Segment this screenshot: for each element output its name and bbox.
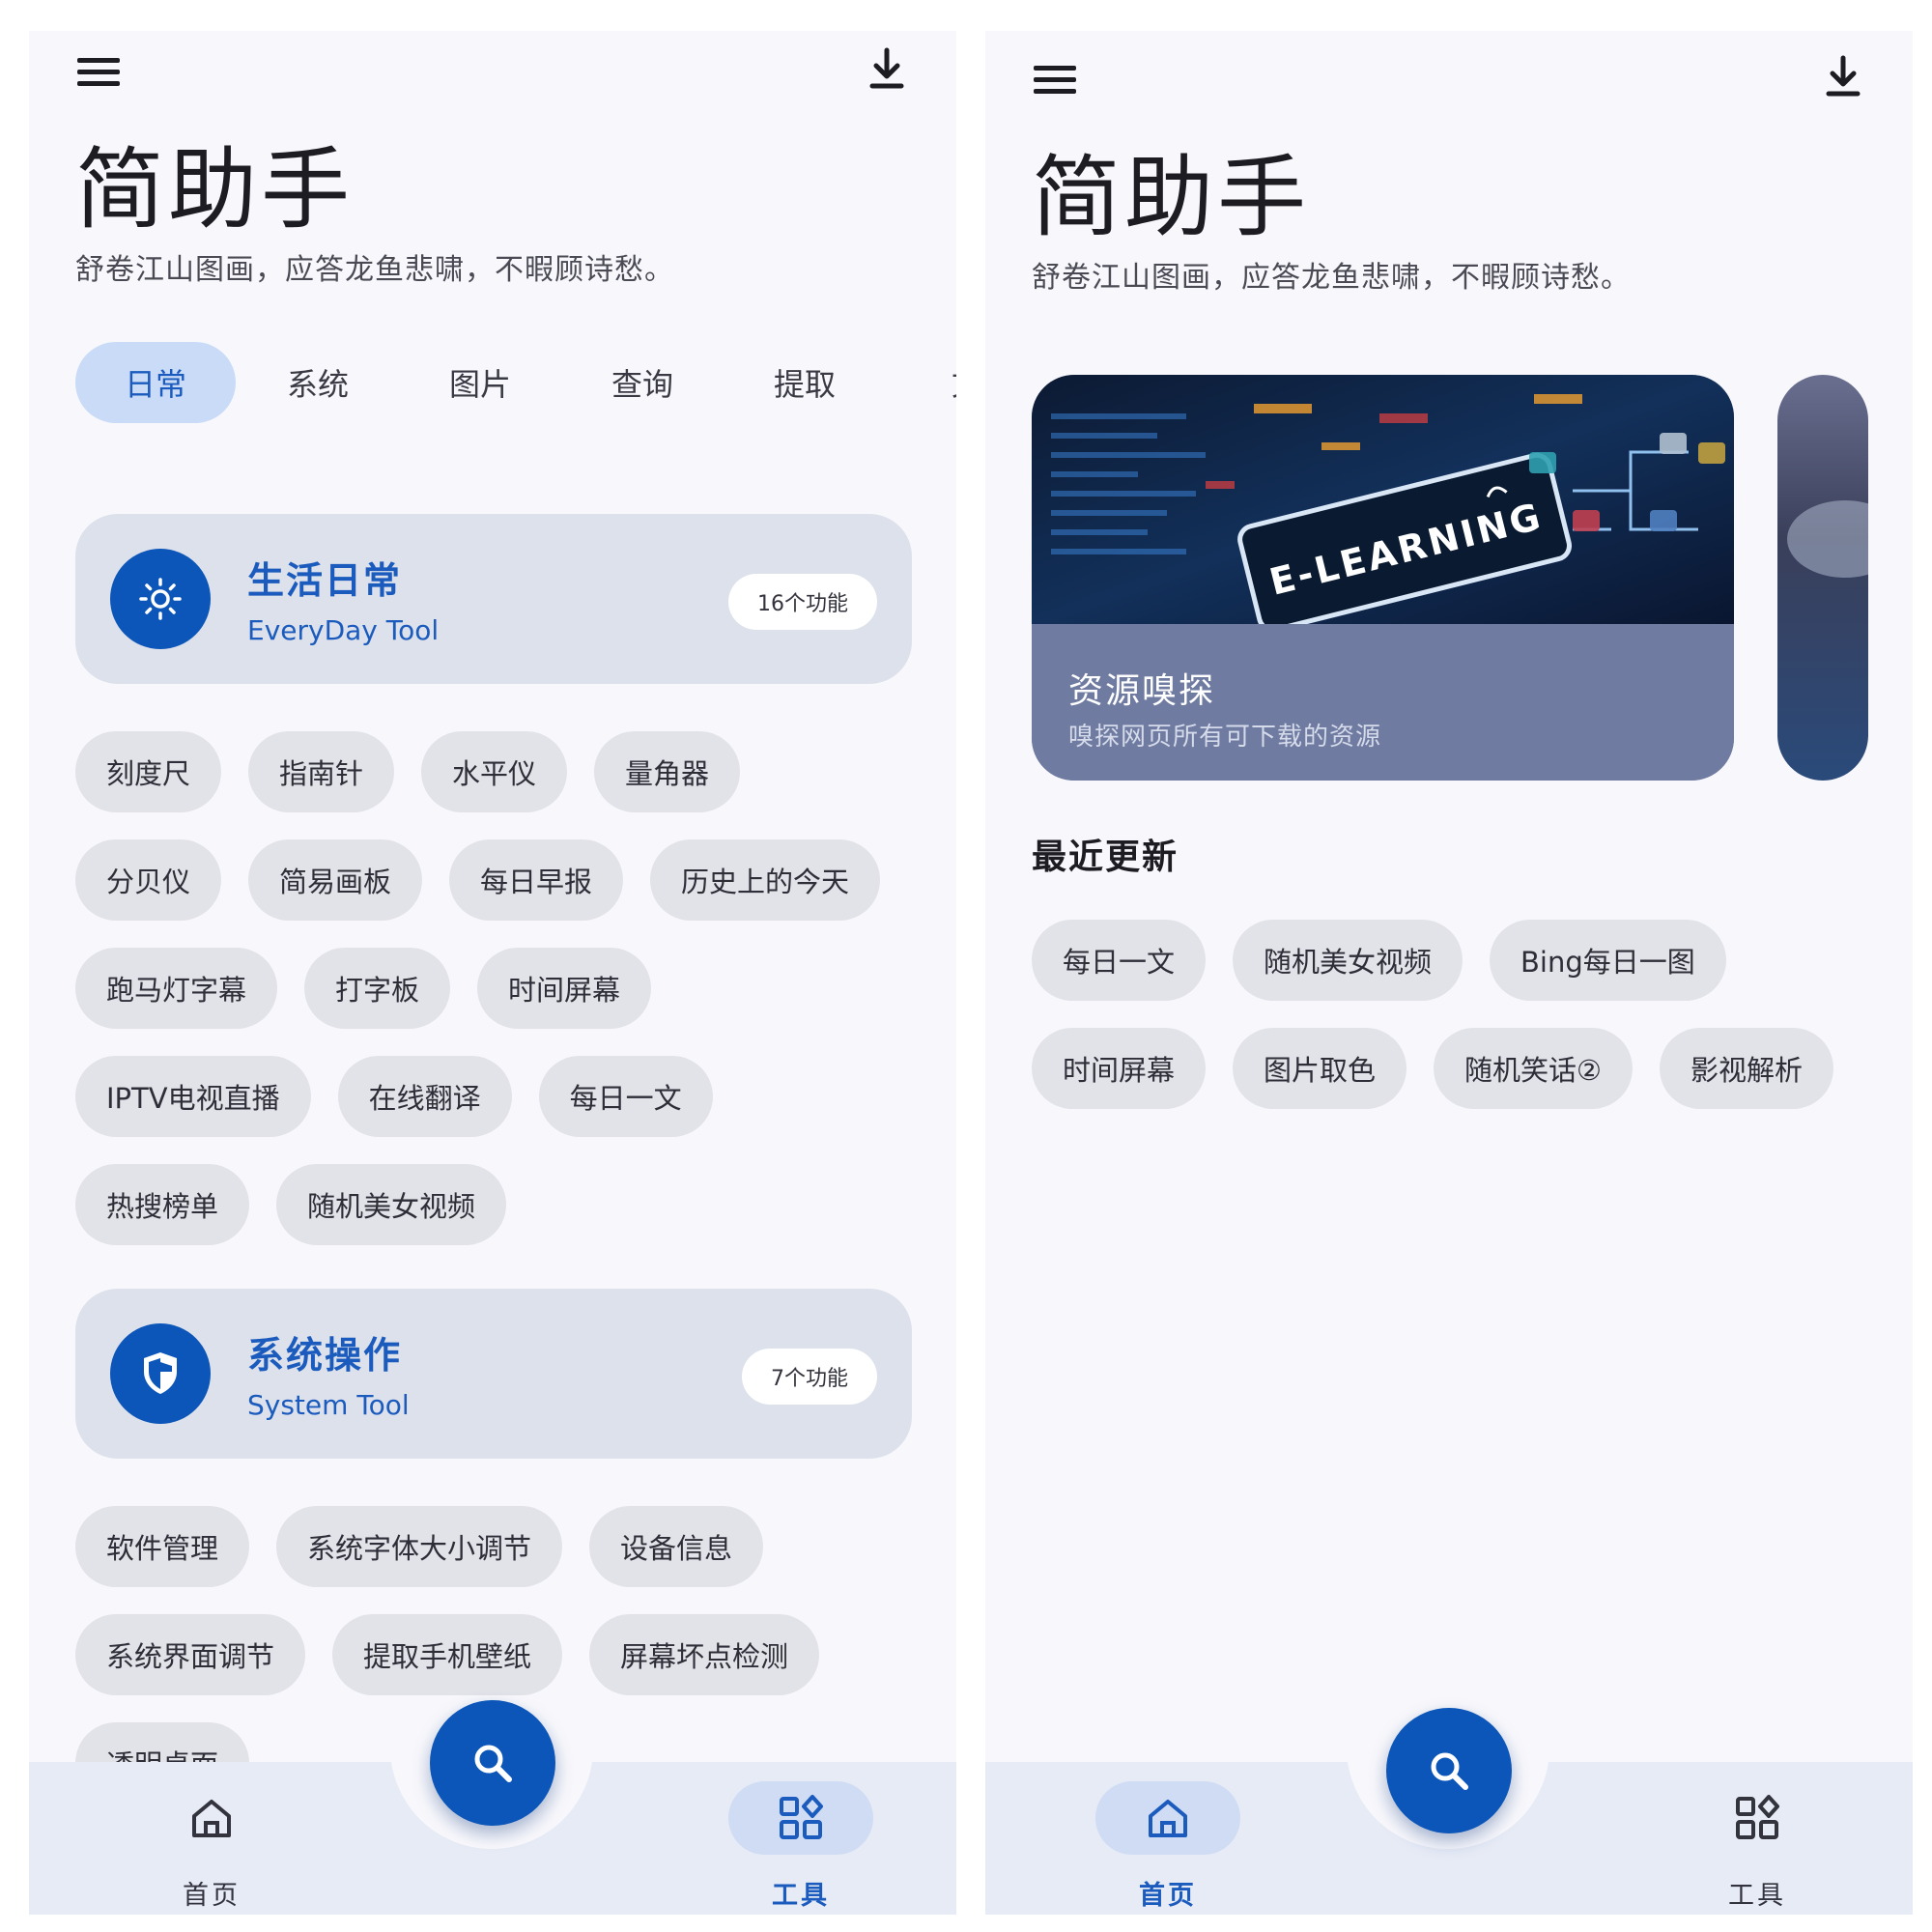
tab-system[interactable]: 系统 — [238, 342, 398, 423]
category-tabs: 日常 系统 图片 查询 提取 文 — [75, 342, 956, 423]
home-screen: 简助手 舒卷江山图画，应答龙鱼悲啸，不暇顾诗愁。 E-LEARNING 资源嗅探… — [985, 31, 1913, 1915]
tab-extract[interactable]: 提取 — [724, 342, 885, 423]
nav-home[interactable]: 首页 — [1095, 1781, 1240, 1912]
tool-chip[interactable]: 软件管理 — [75, 1506, 250, 1587]
nav-tools[interactable]: 工具 — [1685, 1781, 1830, 1912]
search-icon — [1431, 1752, 1468, 1790]
tool-chip[interactable]: 水平仪 — [421, 731, 568, 812]
nav-tools-label: 工具 — [772, 1881, 830, 1911]
tool-chip[interactable]: 每日一文 — [538, 1056, 713, 1137]
section-system[interactable]: 系统操作 System Tool 7个功能 — [75, 1289, 912, 1459]
tool-chip[interactable]: 指南针 — [248, 731, 395, 812]
app-title: 简助手 — [75, 138, 355, 242]
recent-chip-row: 每日一文 随机美女视频 Bing每日一图 — [1032, 920, 1726, 1001]
recent-chip-row: 时间屏幕 图片取色 随机笑话② 影视解析 — [1032, 1028, 1834, 1109]
app-subtitle: 舒卷江山图画，应答龙鱼悲啸，不暇顾诗愁。 — [1032, 261, 1631, 295]
tool-chip[interactable]: 历史上的今天 — [650, 839, 881, 921]
banner-subtitle: 嗅探网页所有可下载的资源 — [1068, 723, 1382, 752]
search-button[interactable] — [430, 1700, 555, 1826]
section-subtitle: EveryDay Tool — [247, 614, 440, 646]
tool-chip[interactable]: 简易画板 — [248, 839, 423, 921]
nav-home-label: 首页 — [183, 1881, 241, 1911]
tool-chip[interactable]: 每日早报 — [449, 839, 624, 921]
download-icon[interactable] — [1812, 46, 1874, 108]
app-title: 简助手 — [1032, 146, 1311, 249]
nav-home-label: 首页 — [1139, 1881, 1197, 1911]
search-icon — [474, 1745, 512, 1782]
tool-chip[interactable]: 随机美女视频 — [276, 1164, 507, 1245]
menu-icon[interactable] — [64, 41, 126, 102]
tool-chip[interactable]: 时间屏幕 — [477, 948, 652, 1029]
feature-count-badge: 16个功能 — [728, 574, 877, 630]
chip-row: 热搜榜单 随机美女视频 — [75, 1164, 507, 1245]
section-everyday[interactable]: 生活日常 EveryDay Tool 16个功能 — [75, 514, 912, 684]
chip-row: 刻度尺 指南针 水平仪 量角器 — [75, 731, 741, 812]
next-banner-preview[interactable] — [1777, 375, 1868, 781]
tool-chip[interactable]: 屏幕坏点检测 — [589, 1614, 820, 1695]
sun-icon — [110, 549, 211, 649]
tool-chip[interactable]: 跑马灯字幕 — [75, 948, 278, 1029]
section-subtitle: System Tool — [247, 1389, 410, 1421]
tool-chip[interactable]: 提取手机壁纸 — [332, 1614, 563, 1695]
download-icon[interactable] — [856, 39, 918, 100]
tools-screen: 简助手 舒卷江山图画，应答龙鱼悲啸，不暇顾诗愁。 日常 系统 图片 查询 提取 … — [29, 31, 956, 1915]
tab-daily[interactable]: 日常 — [75, 342, 236, 423]
recent-tool-chip[interactable]: 影视解析 — [1660, 1028, 1834, 1109]
tool-chip[interactable]: 刻度尺 — [75, 731, 222, 812]
banner-title: 资源嗅探 — [1068, 671, 1216, 711]
nav-tools-label: 工具 — [1728, 1881, 1786, 1911]
recent-tool-chip[interactable]: 时间屏幕 — [1032, 1028, 1207, 1109]
tool-chip[interactable]: 分贝仪 — [75, 839, 222, 921]
tab-query[interactable]: 查询 — [562, 342, 723, 423]
app-subtitle: 舒卷江山图画，应答龙鱼悲啸，不暇顾诗愁。 — [75, 253, 674, 287]
shield-icon — [110, 1323, 211, 1424]
feature-count-badge: 7个功能 — [742, 1349, 877, 1405]
grid-icon — [1685, 1781, 1830, 1855]
tool-chip[interactable]: 系统界面调节 — [75, 1614, 306, 1695]
nav-home[interactable]: 首页 — [139, 1781, 284, 1912]
tool-chip[interactable]: IPTV电视直播 — [75, 1056, 311, 1137]
tool-chip[interactable]: 设备信息 — [589, 1506, 764, 1587]
menu-icon[interactable] — [1020, 48, 1082, 110]
nav-tools[interactable]: 工具 — [728, 1781, 873, 1912]
recent-tool-chip[interactable]: 随机美女视频 — [1233, 920, 1463, 1001]
chip-row: 分贝仪 简易画板 每日早报 历史上的今天 — [75, 839, 881, 921]
banner-image: E-LEARNING — [1032, 375, 1734, 624]
home-icon — [1095, 1781, 1240, 1855]
recent-tool-chip[interactable]: Bing每日一图 — [1490, 920, 1726, 1001]
chip-row: 跑马灯字幕 打字板 时间屏幕 — [75, 948, 652, 1029]
chip-row: 软件管理 系统字体大小调节 设备信息 — [75, 1506, 764, 1587]
recent-tool-chip[interactable]: 每日一文 — [1032, 920, 1207, 1001]
tool-chip[interactable]: 系统字体大小调节 — [276, 1506, 563, 1587]
tool-chip[interactable]: 量角器 — [594, 731, 741, 812]
tool-chip[interactable]: 在线翻译 — [337, 1056, 512, 1137]
tab-text[interactable]: 文 — [887, 342, 956, 423]
recent-tool-chip[interactable]: 随机笑话② — [1434, 1028, 1634, 1109]
search-button[interactable] — [1386, 1708, 1512, 1833]
section-title: 生活日常 — [247, 559, 403, 602]
chip-row: IPTV电视直播 在线翻译 每日一文 — [75, 1056, 713, 1137]
banner-caption: 资源嗅探 嗅探网页所有可下载的资源 — [1032, 624, 1734, 781]
recent-tool-chip[interactable]: 图片取色 — [1233, 1028, 1407, 1109]
tool-chip[interactable]: 热搜榜单 — [75, 1164, 250, 1245]
section-title: 系统操作 — [247, 1334, 403, 1377]
home-icon — [139, 1781, 284, 1855]
recent-updates-heading: 最近更新 — [1032, 838, 1179, 877]
tab-image[interactable]: 图片 — [400, 342, 560, 423]
feature-banner-card[interactable]: E-LEARNING 资源嗅探 嗅探网页所有可下载的资源 — [1032, 375, 1734, 781]
chip-row: 系统界面调节 提取手机壁纸 屏幕坏点检测 — [75, 1614, 820, 1695]
grid-icon — [728, 1781, 873, 1855]
tool-chip[interactable]: 打字板 — [304, 948, 451, 1029]
